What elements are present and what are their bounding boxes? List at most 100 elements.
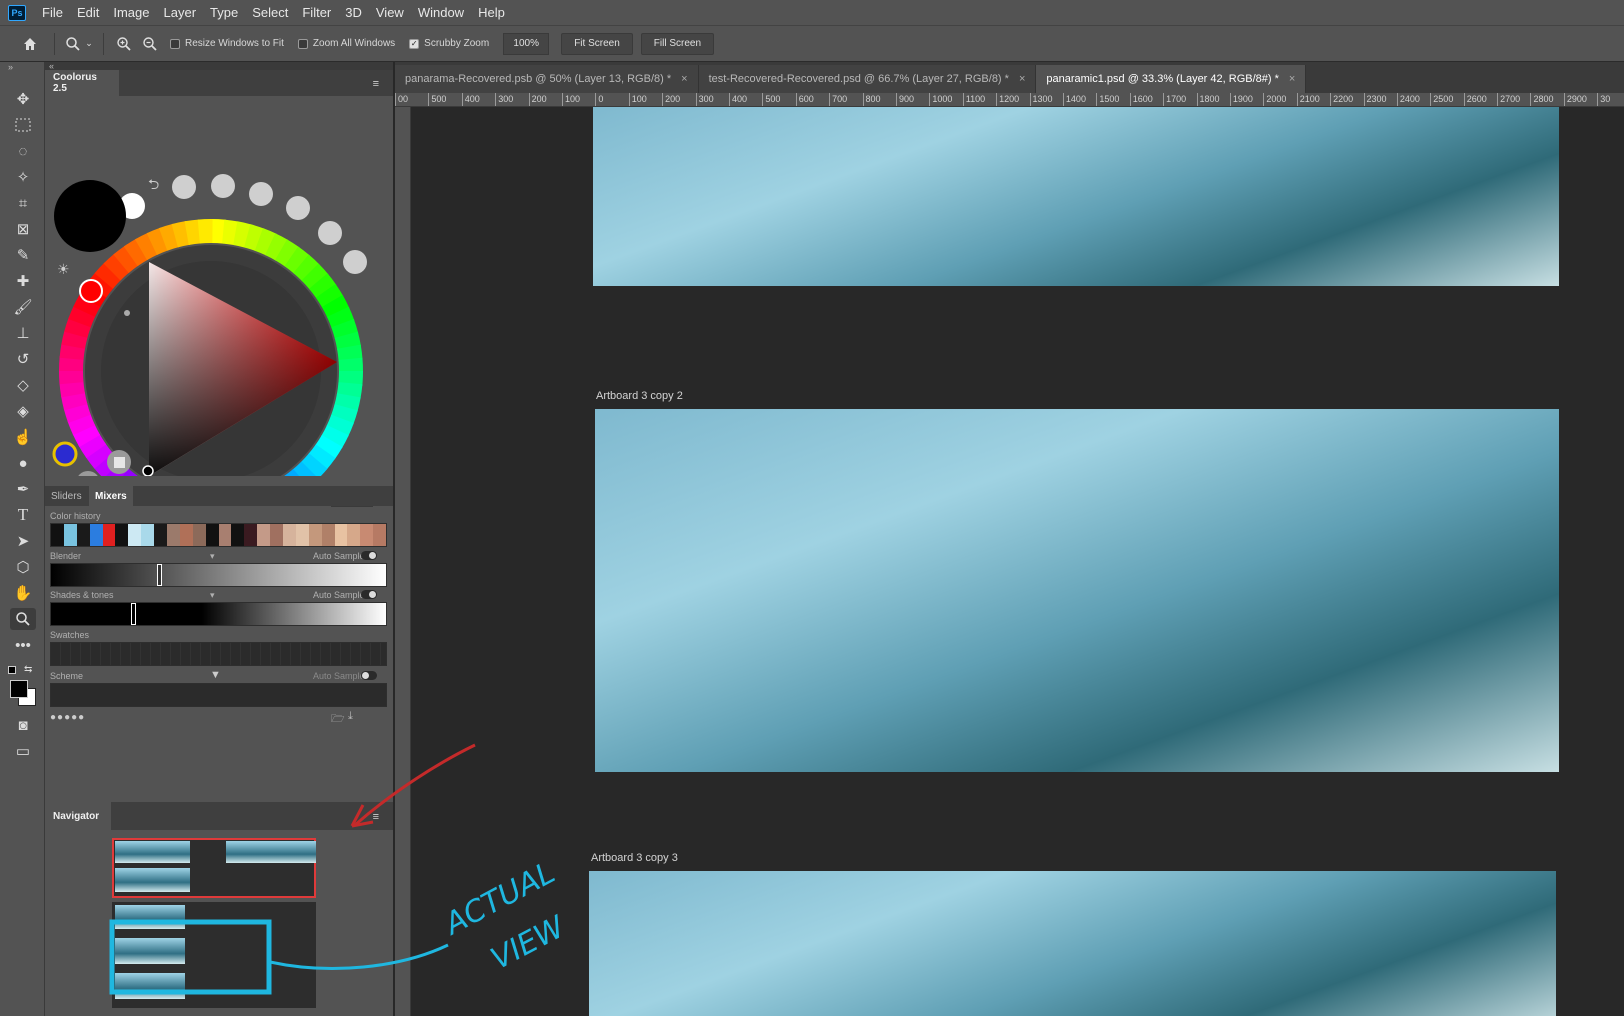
tab-sliders[interactable]: Sliders — [51, 491, 82, 502]
resize-windows-checkbox[interactable]: Resize Windows to Fit — [170, 38, 284, 49]
shades-slider-handle[interactable] — [131, 603, 136, 625]
wheel-mode-knob-1[interactable] — [172, 175, 196, 199]
wheel-mode-knob-4[interactable] — [286, 196, 310, 220]
vertical-ruler[interactable] — [395, 107, 411, 1016]
color-swatches-widget[interactable]: ⇆ — [8, 664, 38, 706]
lasso-tool-icon[interactable]: ◌ — [10, 140, 36, 162]
hue-ring-segment[interactable] — [171, 221, 191, 248]
marquee-tool-icon[interactable] — [10, 114, 36, 136]
color-history-swatch[interactable] — [270, 524, 284, 546]
hue-ring-segment[interactable] — [292, 461, 319, 489]
doc-tab[interactable]: test-Recovered-Recovered.psd @ 66.7% (La… — [698, 65, 1037, 93]
zoom-in-icon[interactable] — [112, 36, 136, 52]
hue-ring-segment[interactable] — [321, 424, 349, 449]
hue-ring-segment[interactable] — [103, 253, 130, 281]
hue-ring-segment[interactable] — [159, 223, 180, 251]
hue-ring-segment[interactable] — [315, 434, 343, 460]
document-canvas[interactable]: Artboard 3 copy 2 Artboard 3 copy 3 — [411, 107, 1624, 1016]
color-history-swatch[interactable] — [205, 524, 219, 546]
color-history-swatch[interactable] — [128, 524, 142, 546]
color-history-swatch[interactable] — [244, 524, 258, 546]
hue-ring-segment[interactable] — [233, 221, 252, 248]
hue-ring-segment[interactable] — [61, 330, 88, 349]
hue-ring-segment[interactable] — [284, 246, 310, 274]
color-history-swatch[interactable] — [283, 524, 296, 546]
color-history-swatch[interactable] — [51, 524, 64, 546]
fit-screen-button[interactable]: Fit Screen — [561, 32, 633, 55]
color-history-swatch[interactable] — [179, 524, 193, 546]
stamp-tool-icon[interactable]: ⊥ — [10, 322, 36, 344]
hue-ring-segment[interactable] — [293, 254, 320, 282]
dodge-tool-icon[interactable]: ● — [10, 452, 36, 474]
brightness-icon[interactable]: ☀ — [57, 262, 70, 278]
color-history-swatch[interactable] — [321, 524, 335, 546]
history-brush-tool-icon[interactable]: ↺ — [10, 348, 36, 370]
doc-tab[interactable]: panarama-Recovered.psb @ 50% (Layer 13, … — [395, 65, 699, 93]
color-history-swatch[interactable] — [231, 524, 245, 546]
scrubby-zoom-checkbox[interactable]: ✓ Scrubby Zoom — [409, 38, 489, 49]
doc-tab-active[interactable]: panaramic1.psd @ 33.3% (Layer 42, RGB/8#… — [1036, 65, 1307, 93]
color-mode-icon[interactable] — [52, 441, 78, 467]
hue-ring-segment[interactable] — [338, 357, 363, 373]
hue-ring-segment[interactable] — [210, 219, 226, 244]
menu-image[interactable]: Image — [106, 5, 156, 20]
hue-ring-segment[interactable] — [68, 305, 96, 328]
hue-ring-segment[interactable] — [331, 319, 359, 340]
home-icon[interactable] — [14, 36, 46, 52]
tab-mixers[interactable]: Mixers — [89, 486, 133, 506]
move-tool-icon[interactable]: ✥ — [10, 88, 36, 110]
blender-auto-sample-toggle[interactable] — [361, 551, 377, 560]
zoom-percent-field[interactable]: 100% — [503, 32, 550, 55]
zoom-tool-icon[interactable] — [10, 608, 36, 630]
color-history-swatch[interactable] — [308, 524, 322, 546]
hue-ring-segment[interactable] — [336, 382, 363, 399]
healing-brush-tool-icon[interactable]: ✚ — [10, 270, 36, 292]
coolorus-tab[interactable]: Coolorus 2.5 — [45, 70, 119, 96]
hue-ring-segment[interactable] — [315, 283, 344, 309]
menu-3d[interactable]: 3D — [338, 5, 369, 20]
horizontal-ruler[interactable]: 00 500 400 300 200 100 0 100 200 300 400 500 600 700 8… — [395, 93, 1624, 107]
hue-ring-segment[interactable] — [243, 224, 265, 252]
screen-mode-icon[interactable]: ▭ — [10, 740, 36, 762]
menu-layer[interactable]: Layer — [157, 5, 204, 20]
hue-ring-segment[interactable] — [222, 219, 239, 246]
hue-ring-segment[interactable] — [197, 219, 213, 244]
hue-ring-segment[interactable] — [135, 232, 159, 261]
quick-mask-icon[interactable]: ◙ — [10, 714, 36, 736]
eraser-tool-icon[interactable]: ◇ — [10, 374, 36, 396]
more-tools-icon[interactable]: ••• — [10, 634, 36, 656]
artboard-image[interactable] — [593, 107, 1559, 286]
hue-ring-segment[interactable] — [264, 233, 289, 261]
hue-ring-segment[interactable] — [67, 413, 96, 436]
menu-file[interactable]: File — [35, 5, 70, 20]
scheme-pager-dots[interactable]: ●●●●● — [50, 712, 85, 723]
hue-ring-segment[interactable] — [334, 331, 361, 351]
color-history-swatch[interactable] — [192, 524, 206, 546]
collapse-panels-icon[interactable]: « — [45, 62, 393, 71]
artboard-image[interactable] — [589, 871, 1556, 1016]
square-mode-icon[interactable] — [107, 450, 131, 474]
checkbox-box-checked[interactable]: ✓ — [409, 38, 420, 49]
triangle-picker-handle[interactable] — [142, 465, 154, 477]
hue-ring-segment[interactable] — [334, 393, 361, 412]
scheme-strip[interactable] — [50, 683, 387, 707]
close-icon[interactable]: × — [1289, 73, 1295, 85]
chevron-down-icon[interactable]: ⌄ — [83, 38, 95, 49]
color-history-swatch[interactable] — [63, 524, 77, 546]
hue-ring-segment[interactable] — [85, 443, 114, 469]
foreground-color-swatch[interactable] — [10, 680, 28, 698]
collapse-toolbar-icon[interactable]: » — [8, 62, 13, 72]
color-history-swatch[interactable] — [347, 524, 361, 546]
hue-ring-segment[interactable] — [59, 356, 84, 372]
hue-ring-segment[interactable] — [308, 273, 337, 299]
hand-tool-icon[interactable]: ✋ — [10, 582, 36, 604]
shades-auto-sample-toggle[interactable] — [361, 590, 377, 599]
color-history-strip[interactable] — [50, 523, 387, 547]
triangle-mode-icon[interactable] — [76, 471, 100, 495]
artboard-label[interactable]: Artboard 3 copy 3 — [591, 852, 678, 864]
hue-ring-segment[interactable] — [63, 402, 91, 423]
hue-ring-segment[interactable] — [59, 343, 86, 360]
hue-ring-segment[interactable] — [184, 219, 202, 245]
hue-ring-segment[interactable] — [61, 391, 88, 411]
hue-ring-segment[interactable] — [326, 306, 355, 329]
